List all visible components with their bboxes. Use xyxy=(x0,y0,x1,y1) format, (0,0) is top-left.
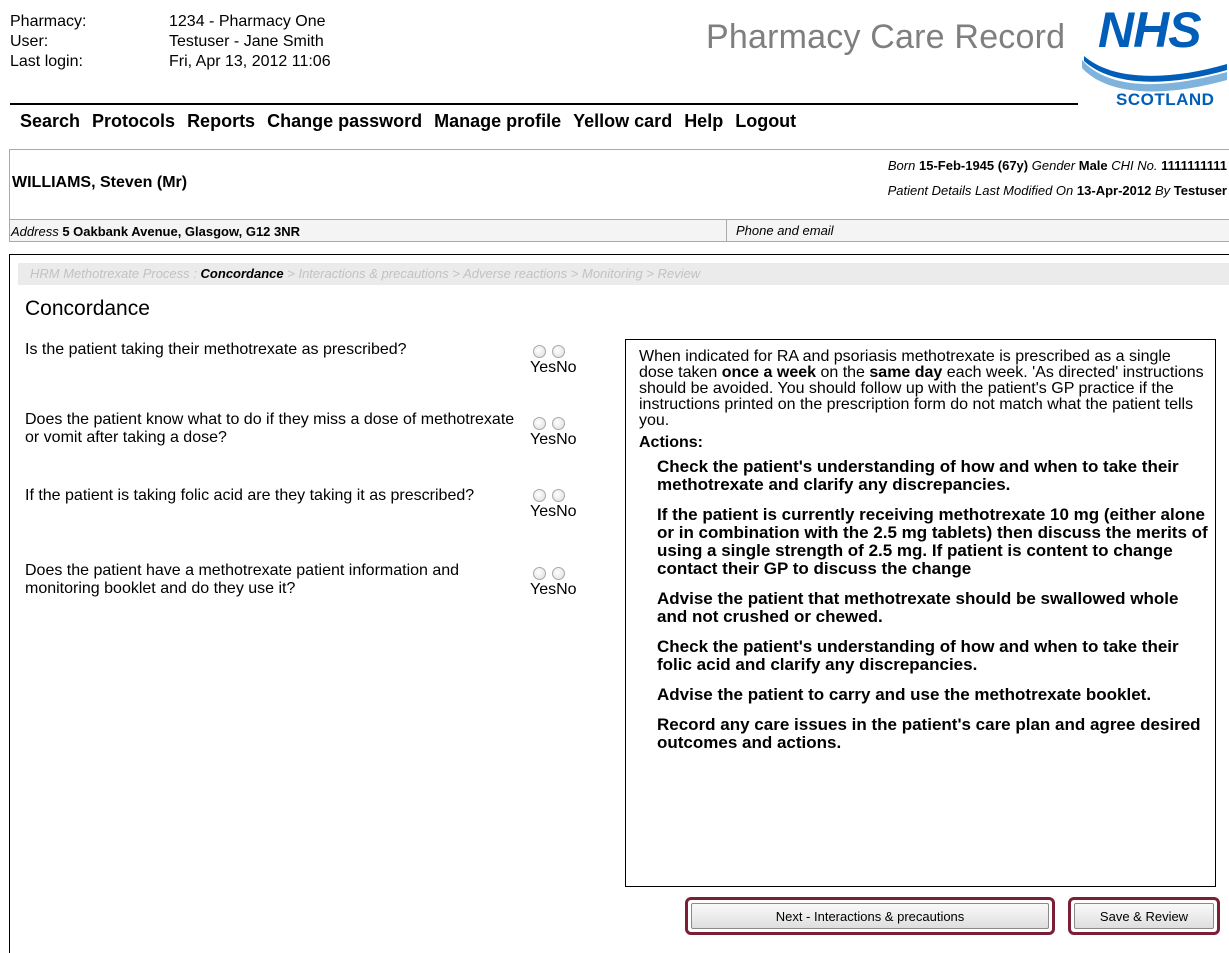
q2-yes-label: Yes xyxy=(530,431,557,448)
guidance-panel: When indicated for RA and psoriasis meth… xyxy=(625,339,1216,887)
q2-no-label: No xyxy=(556,431,577,448)
action-item: Record any care issues in the patient's … xyxy=(657,715,1201,752)
gender-value: Male xyxy=(1078,158,1108,173)
breadcrumb-step-interactions[interactable]: Interactions & precautions xyxy=(298,266,448,281)
q2-no-radio[interactable] xyxy=(552,417,565,430)
actions-heading: Actions: xyxy=(639,434,703,451)
nav-search[interactable]: Search xyxy=(20,111,80,132)
next-button-highlight: Next - Interactions & precautions xyxy=(685,897,1055,935)
user-info: Pharmacy: 1234 - Pharmacy One User: Testus… xyxy=(10,12,331,72)
last-login-label: Last login: xyxy=(10,53,83,70)
q1-yes-label: Yes xyxy=(530,359,557,376)
address-label: Address xyxy=(11,224,59,239)
q1-yes-radio[interactable] xyxy=(533,345,546,358)
action-item: Check the patient's understanding of how… xyxy=(657,457,1179,494)
age-value: (67y) xyxy=(997,158,1029,173)
question-3: If the patient is taking folic acid are … xyxy=(25,487,475,504)
phone-email-toggle[interactable]: Phone and email ∨ xyxy=(726,220,1229,241)
q4-no-radio[interactable] xyxy=(552,567,565,580)
patient-demographics: Born 15-Feb-1945 (67y) Gender Male CHI N… xyxy=(888,158,1227,173)
patient-modified: Patient Details Last Modified On 13-Apr-… xyxy=(888,183,1227,198)
modified-date: 13-Apr-2012 xyxy=(1076,183,1152,198)
gender-label: Gender xyxy=(1031,158,1076,173)
nav-manage-profile[interactable]: Manage profile xyxy=(434,111,561,132)
breadcrumb-step-review[interactable]: Review xyxy=(658,266,701,281)
breadcrumb-current: Concordance xyxy=(200,266,284,281)
guidance-intro-text-2: on the xyxy=(816,364,870,381)
modified-by: Testuser xyxy=(1173,183,1227,198)
breadcrumb-separator: : xyxy=(193,266,197,281)
patient-banner: WILLIAMS, Steven (Mr) Born 15-Feb-1945 (… xyxy=(9,149,1229,219)
nav-protocols[interactable]: Protocols xyxy=(92,111,175,132)
breadcrumb-step-monitoring[interactable]: Monitoring xyxy=(582,266,643,281)
question-1: Is the patient taking their methotrexate… xyxy=(25,341,407,358)
process-breadcrumb: HRM Methotrexate Process : Concordance >… xyxy=(18,263,1229,285)
q4-no-label: No xyxy=(556,581,577,598)
question-2-radios: Yes No xyxy=(530,417,590,449)
q4-yes-label: Yes xyxy=(530,581,557,598)
born-label: Born xyxy=(887,158,916,173)
action-item: Advise the patient that methotrexate sho… xyxy=(657,589,1179,626)
main-nav: Search Protocols Reports Change password… xyxy=(20,111,796,132)
chi-value: 1111111111 xyxy=(1161,158,1227,173)
q4-yes-radio[interactable] xyxy=(533,567,546,580)
next-interactions-button[interactable]: Next - Interactions & precautions xyxy=(691,903,1049,929)
q3-yes-radio[interactable] xyxy=(533,489,546,502)
nhs-scotland-logo: NHS SCOTLAND xyxy=(1080,2,1229,110)
action-item: Check the patient's understanding of how… xyxy=(657,637,1179,674)
q3-yes-label: Yes xyxy=(530,503,557,520)
born-value: 15-Feb-1945 xyxy=(918,158,995,173)
address-bar: Address 5 Oakbank Avenue, Glasgow, G12 3… xyxy=(9,219,1229,242)
address: Address 5 Oakbank Avenue, Glasgow, G12 3… xyxy=(11,224,300,239)
pharmacy-value: 1234 - Pharmacy One xyxy=(169,13,326,30)
nav-change-password[interactable]: Change password xyxy=(267,111,422,132)
guidance-intro-bold-1: once a week xyxy=(721,364,817,381)
user-label: User: xyxy=(10,33,49,50)
guidance-intro: When indicated for RA and psoriasis meth… xyxy=(639,349,1209,429)
last-login-value: Fri, Apr 13, 2012 11:06 xyxy=(169,53,331,70)
header-divider xyxy=(10,103,1078,105)
chi-label: CHI No. xyxy=(1111,158,1158,173)
pharmacy-label: Pharmacy: xyxy=(10,13,87,30)
user-value: Testuser - Jane Smith xyxy=(169,33,324,50)
q1-no-radio[interactable] xyxy=(552,345,565,358)
breadcrumb-process: HRM Methotrexate Process xyxy=(30,266,190,281)
breadcrumb-step-adverse[interactable]: Adverse reactions xyxy=(463,266,567,281)
modified-label: Patient Details Last Modified On xyxy=(887,183,1074,198)
nav-reports[interactable]: Reports xyxy=(187,111,255,132)
save-button-highlight: Save & Review xyxy=(1068,897,1220,935)
question-1-radios: Yes No xyxy=(530,345,590,377)
app-title: Pharmacy Care Record xyxy=(706,18,1066,56)
question-4-radios: Yes No xyxy=(530,567,590,599)
nav-logout[interactable]: Logout xyxy=(735,111,796,132)
address-value: 5 Oakbank Avenue, Glasgow, G12 3NR xyxy=(62,224,301,239)
nav-yellow-card[interactable]: Yellow card xyxy=(573,111,672,132)
patient-name: WILLIAMS, Steven (Mr) xyxy=(12,174,188,191)
question-2: Does the patient know what to do if they… xyxy=(25,411,515,446)
phone-email-label: Phone and email xyxy=(736,223,834,238)
nav-help[interactable]: Help xyxy=(684,111,723,132)
guidance-intro-bold-2: same day xyxy=(869,364,943,381)
question-4: Does the patient have a methotrexate pat… xyxy=(25,562,460,597)
question-3-radios: Yes No xyxy=(530,489,590,521)
logo-scotland-text: SCOTLAND xyxy=(1116,90,1215,109)
logo-wave-icon xyxy=(1082,56,1227,92)
action-item: Advise the patient to carry and use the … xyxy=(657,685,1152,704)
section-title: Concordance xyxy=(25,297,150,320)
modified-by-label: By xyxy=(1154,183,1171,198)
q3-no-label: No xyxy=(556,503,577,520)
action-item: If the patient is currently receiving me… xyxy=(657,505,1208,578)
q3-no-radio[interactable] xyxy=(552,489,565,502)
q1-no-label: No xyxy=(556,359,577,376)
save-review-button[interactable]: Save & Review xyxy=(1074,903,1214,929)
q2-yes-radio[interactable] xyxy=(533,417,546,430)
